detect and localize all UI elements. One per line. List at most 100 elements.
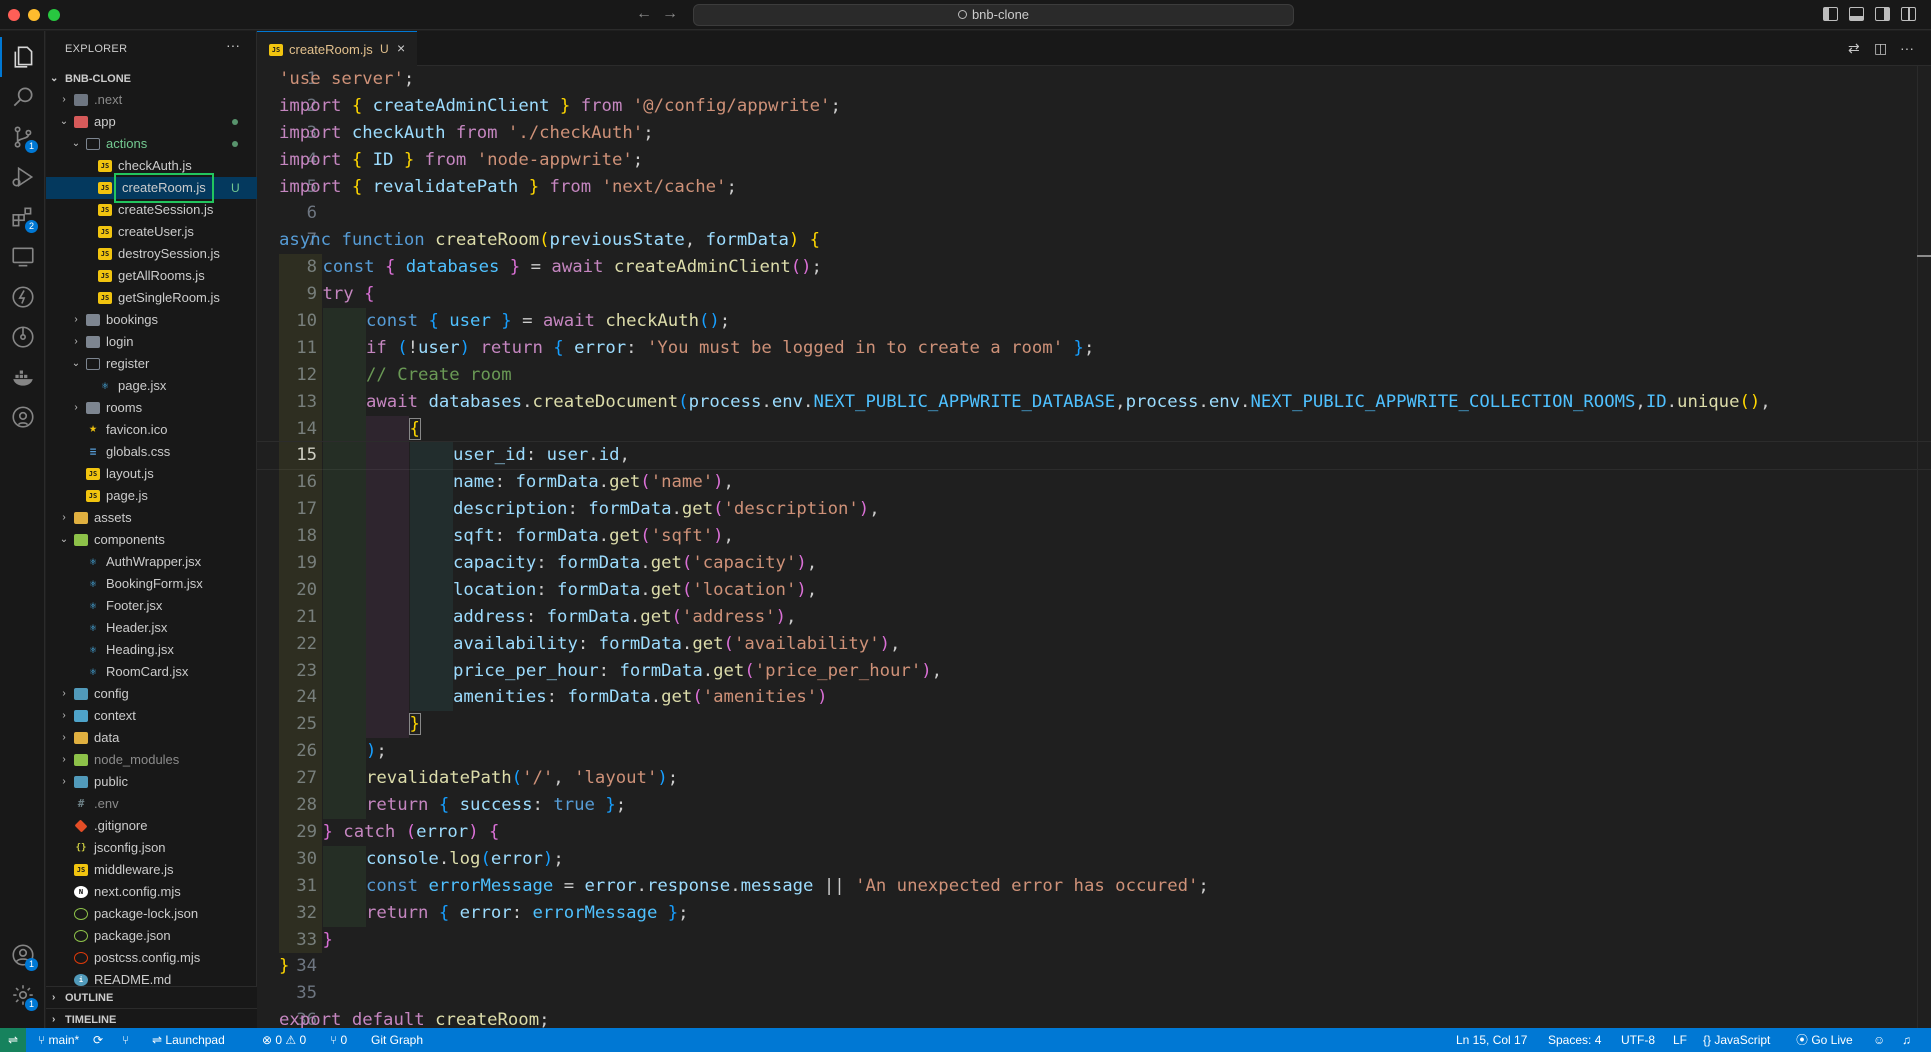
folder-row[interactable]: › .next — [46, 89, 257, 111]
launchpad-button[interactable]: ⇌ Launchpad — [152, 1028, 225, 1052]
ports-indicator[interactable]: ⑂ 0 — [330, 1028, 347, 1052]
encoding[interactable]: UTF-8 — [1621, 1028, 1655, 1052]
code-line[interactable]: 35 — [257, 980, 1931, 1007]
code-line[interactable]: 22 availability: formData.get('availabili… — [257, 630, 1931, 658]
more-actions-icon[interactable]: ··· — [1900, 40, 1914, 56]
file-row[interactable]: package-lock.json — [46, 903, 257, 925]
file-row[interactable]: ⚛ AuthWrapper.jsx — [46, 551, 257, 573]
folder-row[interactable]: › rooms — [46, 397, 257, 419]
file-row[interactable]: JS layout.js — [46, 463, 257, 485]
git-graph-icon[interactable]: ⑂ — [122, 1028, 129, 1052]
file-row[interactable]: ⚛ Footer.jsx — [46, 595, 257, 617]
code-editor[interactable]: 1'use server'; 2 import { createAdminClie… — [257, 66, 1931, 1028]
folder-row[interactable]: ⌄ app — [46, 111, 257, 133]
folder-row[interactable]: › assets — [46, 507, 257, 529]
code-line[interactable]: 8 const { databases } = await createAdmin… — [257, 254, 1931, 282]
code-line[interactable]: 30 console.log(error); — [257, 845, 1931, 873]
accounts-icon[interactable]: 1 — [0, 935, 45, 975]
code-line[interactable]: 12// Create room — [257, 361, 1931, 389]
thunder-client-icon[interactable] — [0, 277, 45, 317]
code-line[interactable]: 15 user_id: user.id, — [257, 441, 1931, 471]
code-line[interactable]: 9 try { — [257, 281, 1931, 309]
docker-icon[interactable] — [0, 357, 45, 397]
file-row[interactable]: JS destroySession.js — [46, 243, 257, 265]
language-mode[interactable]: {} JavaScript — [1703, 1028, 1770, 1052]
sync-icon[interactable]: ⟳ — [93, 1028, 103, 1052]
folder-row[interactable]: › context — [46, 705, 257, 727]
folder-row[interactable]: ⌄ components — [46, 529, 257, 551]
file-row[interactable]: JS page.js — [46, 485, 257, 507]
timeline-section[interactable]: › TIMELINE — [46, 1008, 257, 1030]
open-changes-icon[interactable]: ⇄ — [1848, 40, 1860, 57]
search-icon[interactable] — [0, 77, 45, 117]
file-row[interactable]: ⚛ Header.jsx — [46, 617, 257, 639]
code-line[interactable]: 20 location: formData.get('location'), — [257, 576, 1931, 604]
code-line[interactable]: 6 — [257, 200, 1931, 227]
file-row[interactable]: package.json — [46, 925, 257, 947]
extensions-icon[interactable]: 2 — [0, 197, 45, 237]
folder-row[interactable]: › bookings — [46, 309, 257, 331]
problems-indicator[interactable]: ⊗ 0 ⚠ 0 — [262, 1028, 306, 1052]
window-minimize-button[interactable] — [28, 9, 40, 21]
code-line[interactable]: 11 if (!user) return { error: 'You must b… — [257, 334, 1931, 362]
window-maximize-button[interactable] — [48, 9, 60, 21]
file-row[interactable]: JS checkAuth.js — [46, 155, 257, 177]
file-row[interactable]: JS createUser.js — [46, 221, 257, 243]
file-row[interactable]: ★ favicon.ico — [46, 419, 257, 441]
code-line[interactable]: 31 const errorMessage = error.response.me… — [257, 872, 1931, 900]
code-line[interactable]: 3 import checkAuth from './checkAuth'; — [257, 120, 1931, 147]
code-line[interactable]: 7 async function createRoom(previousState… — [257, 227, 1931, 254]
editor-scrollbar[interactable] — [1917, 66, 1931, 1028]
remote-explorer-icon[interactable] — [0, 237, 45, 277]
code-line[interactable]: 25} — [257, 711, 1931, 739]
folder-row[interactable]: › data — [46, 727, 257, 749]
code-line[interactable]: 21 address: formData.get('address'), — [257, 603, 1931, 631]
code-line[interactable]: 28 return { success: true }; — [257, 792, 1931, 819]
file-row[interactable]: # .env — [46, 793, 257, 815]
code-line[interactable]: 13 await databases.createDocument(process… — [257, 388, 1931, 416]
git-graph-button[interactable]: Git Graph — [371, 1028, 423, 1052]
gitlens-icon[interactable] — [0, 317, 45, 357]
source-control-icon[interactable]: 1 — [0, 117, 45, 157]
code-line[interactable]: 14{ — [257, 415, 1931, 443]
folder-row[interactable]: › public — [46, 771, 257, 793]
notifications-bell-icon[interactable]: ♫ — [1902, 1028, 1911, 1052]
code-line[interactable]: 5 import { revalidatePath } from 'next/ca… — [257, 174, 1931, 201]
toggle-panel-icon[interactable] — [1849, 7, 1864, 21]
code-line[interactable]: 23 price_per_hour: formData.get('price_pe… — [257, 657, 1931, 685]
file-row[interactable]: JS createSession.js — [46, 199, 257, 221]
window-close-button[interactable] — [8, 9, 20, 21]
end-of-line[interactable]: LF — [1673, 1028, 1687, 1052]
code-line[interactable]: 36 export default createRoom; — [257, 1007, 1931, 1028]
command-center-search[interactable]: bnb-clone — [693, 4, 1294, 26]
remote-indicator-icon[interactable]: ⇌ — [0, 1028, 26, 1052]
split-editor-icon[interactable]: ◫ — [1874, 40, 1887, 57]
file-row[interactable]: JS getSingleRoom.js — [46, 287, 257, 309]
copilot-icon[interactable]: ☺ — [1873, 1028, 1885, 1052]
file-row[interactable]: {} jsconfig.json — [46, 837, 257, 859]
github-icon[interactable] — [0, 397, 45, 437]
code-line[interactable]: 32 return { error: errorMessage }; — [257, 899, 1931, 927]
file-row[interactable]: ⚛ BookingForm.jsx — [46, 573, 257, 595]
file-row[interactable]: JS createRoom.js U — [46, 173, 257, 203]
customize-layout-icon[interactable] — [1901, 7, 1916, 21]
file-row[interactable]: ⚛ Heading.jsx — [46, 639, 257, 661]
code-line[interactable]: 2 import { createAdminClient } from '@/co… — [257, 93, 1931, 120]
explorer-icon[interactable] — [0, 37, 45, 77]
code-line[interactable]: 26); — [257, 738, 1931, 766]
folder-row[interactable]: ⌄ actions — [46, 133, 257, 155]
more-actions-icon[interactable]: ··· — [226, 37, 240, 53]
code-line[interactable]: 27 revalidatePath('/', 'layout'); — [257, 765, 1931, 793]
code-line[interactable]: 4 import { ID } from 'node-appwrite'; — [257, 147, 1931, 174]
file-row[interactable]: Nnext.config.mjs — [46, 881, 257, 903]
git-branch[interactable]: ⑂ main* — [38, 1028, 79, 1052]
close-icon[interactable]: × — [397, 40, 405, 56]
code-line[interactable]: 16 name: formData.get('name'), — [257, 469, 1931, 497]
file-row[interactable]: ≡ globals.css — [46, 441, 257, 463]
toggle-secondary-sidebar-icon[interactable] — [1875, 7, 1890, 21]
indentation[interactable]: Spaces: 4 — [1548, 1028, 1601, 1052]
file-row[interactable]: ⚛ RoomCard.jsx — [46, 661, 257, 683]
toggle-primary-sidebar-icon[interactable] — [1823, 7, 1838, 21]
go-back-icon[interactable]: ← — [636, 5, 652, 23]
code-line[interactable]: 17 description: formData.get('description… — [257, 496, 1931, 524]
